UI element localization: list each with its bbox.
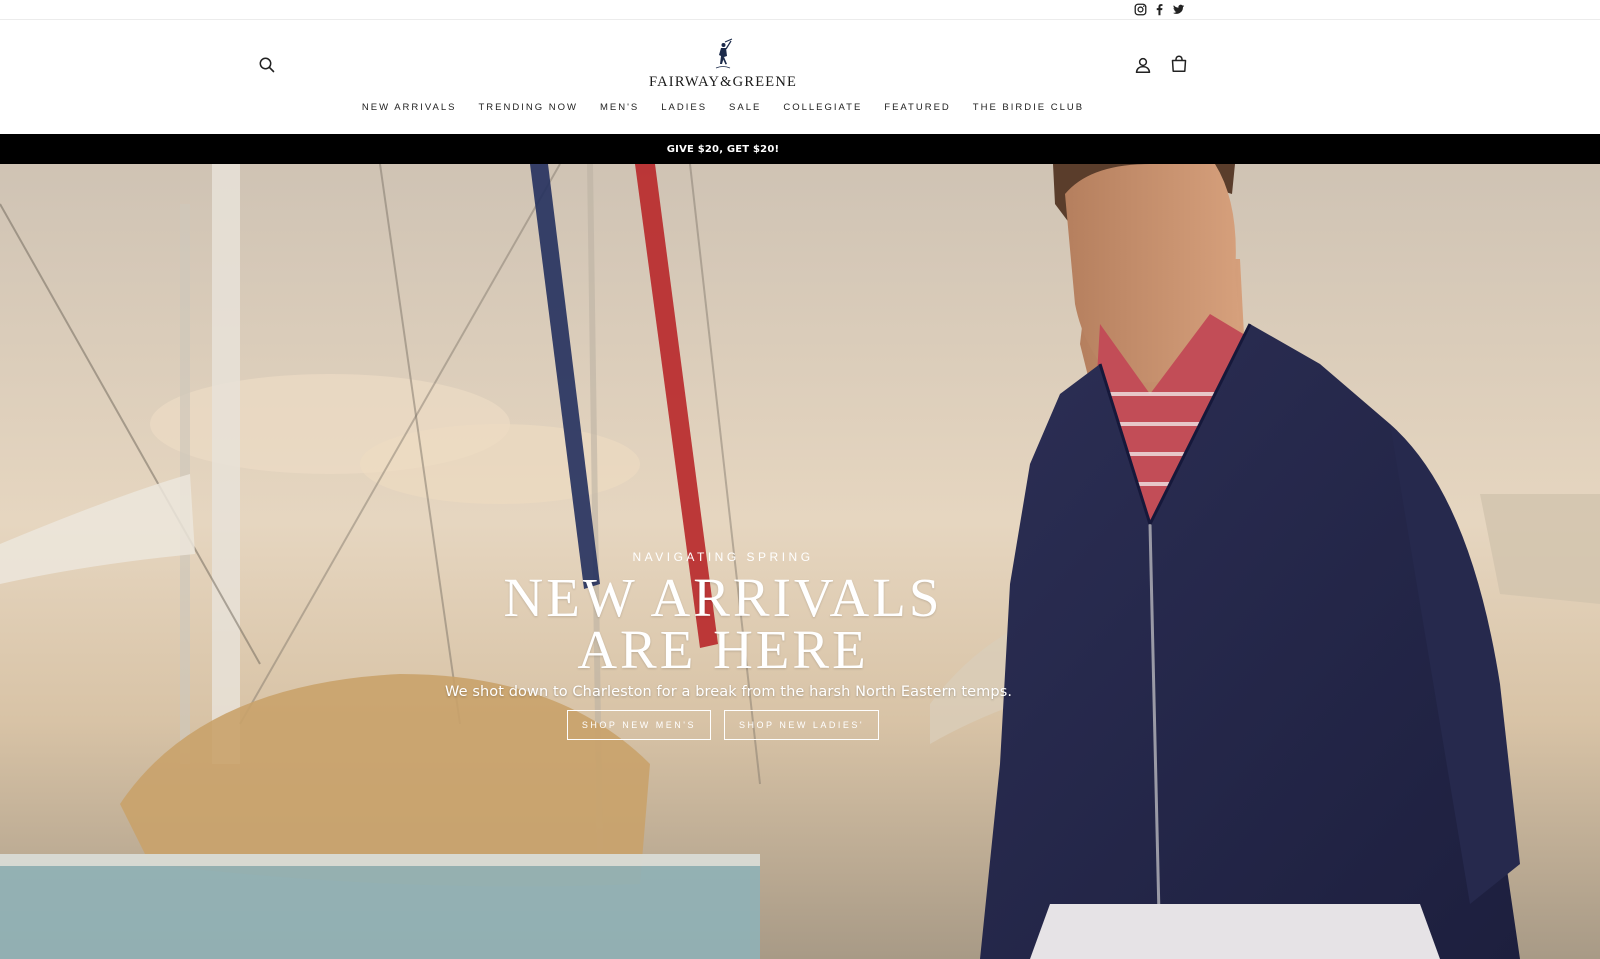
golfer-logo-icon: [715, 38, 733, 69]
utility-bar: [0, 0, 1600, 20]
main-nav: NEW ARRIVALS TRENDING NOW MEN'S LADIES S…: [0, 102, 1446, 113]
social-links: [1134, 3, 1185, 16]
cart-icon[interactable]: [1170, 55, 1188, 73]
nav-item-birdie-club[interactable]: THE BIRDIE CLUB: [962, 102, 1095, 113]
nav-item-trending-now[interactable]: TRENDING NOW: [468, 102, 589, 113]
nav-item-mens[interactable]: MEN'S: [589, 102, 650, 113]
hero-banner: NAVIGATING SPRING NEW ARRIVALS ARE HERE …: [0, 164, 1600, 959]
nav-item-sale[interactable]: SALE: [718, 102, 772, 113]
nav-item-ladies[interactable]: LADIES: [650, 102, 718, 113]
facebook-icon[interactable]: [1153, 3, 1166, 16]
nav-item-featured[interactable]: FEATURED: [873, 102, 962, 113]
hero-headline: NEW ARRIVALS ARE HERE: [503, 567, 943, 680]
site-logo[interactable]: FAIRWAY&GREENE: [640, 38, 806, 108]
hero-eyebrow: NAVIGATING SPRING: [632, 550, 814, 564]
nav-item-new-arrivals[interactable]: NEW ARRIVALS: [351, 102, 468, 113]
twitter-icon[interactable]: [1172, 3, 1185, 16]
nav-item-collegiate[interactable]: COLLEGIATE: [772, 102, 873, 113]
search-icon[interactable]: [258, 56, 276, 74]
account-icon[interactable]: [1134, 56, 1152, 74]
logo-text: FAIRWAY&GREENE: [648, 74, 798, 90]
hero-content: NAVIGATING SPRING NEW ARRIVALS ARE HERE …: [445, 550, 1013, 740]
instagram-icon[interactable]: [1134, 3, 1147, 16]
site-header: FAIRWAY&GREENE NEW ARRIVALS TRENDING NOW…: [0, 20, 1600, 134]
promo-link[interactable]: GIVE $20, GET $20!: [667, 144, 780, 155]
hero-cta-row: SHOP NEW MEN'S SHOP NEW LADIES': [445, 710, 1001, 740]
hero-subtext: We shot down to Charleston for a break f…: [445, 684, 1013, 700]
shop-new-mens-button[interactable]: SHOP NEW MEN'S: [566, 710, 711, 740]
shop-new-ladies-button[interactable]: SHOP NEW LADIES': [723, 710, 880, 740]
promo-bar: GIVE $20, GET $20!: [0, 134, 1600, 164]
